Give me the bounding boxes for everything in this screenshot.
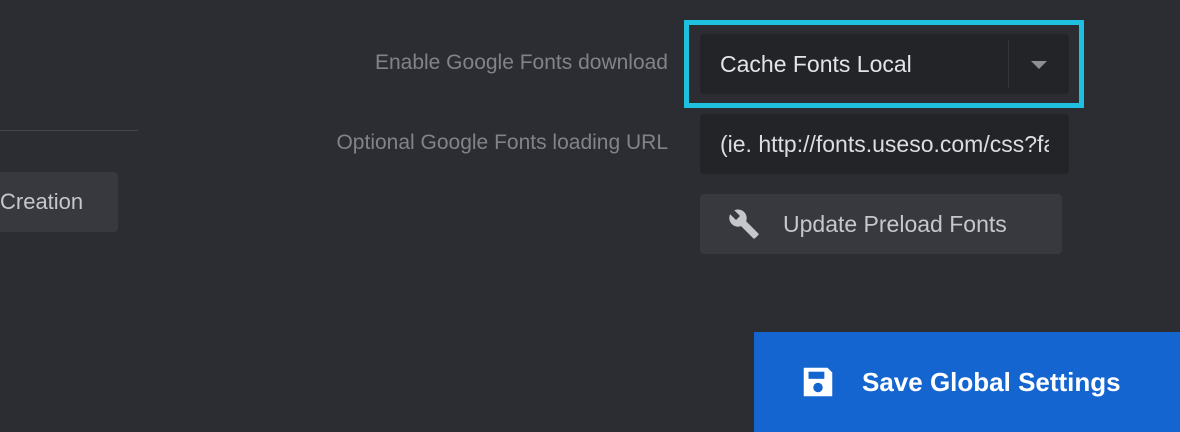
google-fonts-url-input[interactable]	[700, 114, 1069, 174]
chevron-down-icon[interactable]	[1031, 61, 1047, 69]
google-fonts-url-label: Optional Google Fonts loading URL	[336, 131, 668, 154]
google-fonts-download-label: Enable Google Fonts download	[374, 51, 668, 74]
section-divider	[0, 130, 138, 131]
save-global-settings-button[interactable]: Save Global Settings	[754, 332, 1180, 432]
update-preload-fonts-label: Update Preload Fonts	[783, 211, 1007, 237]
creation-button[interactable]: Creation	[0, 172, 118, 232]
select-separator	[1008, 40, 1009, 88]
google-fonts-download-select[interactable]: Cache Fonts Local	[700, 34, 1069, 94]
floppy-disk-icon	[803, 367, 833, 397]
wrench-icon	[729, 209, 759, 239]
select-value: Cache Fonts Local	[720, 51, 912, 77]
save-global-settings-label: Save Global Settings	[862, 367, 1121, 397]
update-preload-fonts-button[interactable]: Update Preload Fonts	[700, 194, 1062, 254]
